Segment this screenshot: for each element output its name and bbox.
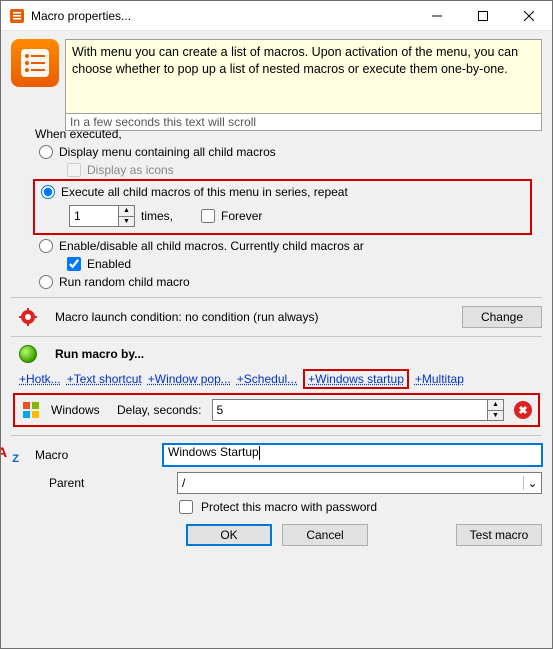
checkbox-display-icons-label: Display as icons (87, 163, 174, 177)
startup-delay-input[interactable] (213, 400, 488, 420)
trigger-window-popup[interactable]: +Window pop... (148, 372, 231, 386)
radio-execute-series[interactable] (41, 185, 55, 199)
trigger-schedule[interactable]: +Schedul... (237, 372, 297, 386)
parent-value: / (178, 476, 523, 490)
trigger-text-shortcut[interactable]: +Text shortcut (67, 372, 142, 386)
content-area: With menu you can create a list of macro… (1, 31, 552, 648)
chevron-down-icon: ⌄ (523, 476, 541, 490)
repeat-times-input[interactable] (70, 206, 118, 226)
app-icon (9, 8, 25, 24)
times-suffix: times, (141, 209, 173, 223)
checkbox-forever-label: Forever (221, 209, 262, 223)
launch-condition-text: Macro launch condition: no condition (ru… (55, 310, 454, 324)
change-button[interactable]: Change (462, 306, 542, 328)
windows-logo-icon (21, 400, 41, 420)
maximize-button[interactable] (460, 1, 506, 31)
delay-down[interactable]: ▼ (488, 411, 503, 421)
titlebar: Macro properties... (1, 1, 552, 31)
ok-button[interactable]: OK (186, 524, 272, 546)
startup-delay-label: Delay, seconds: (117, 403, 202, 417)
repeat-times-spinner[interactable]: ▲▼ (69, 205, 135, 227)
trigger-hotkey[interactable]: +Hotk... (19, 372, 61, 386)
checkbox-enabled[interactable] (67, 257, 81, 271)
parent-select[interactable]: / ⌄ (177, 472, 542, 494)
radio-enable-disable[interactable] (39, 239, 53, 253)
window-title: Macro properties... (31, 9, 414, 23)
trigger-link-bar: +Hotk... +Text shortcut +Window pop... +… (19, 369, 542, 389)
when-executed-label: When executed, (35, 127, 542, 141)
radio-enable-disable-label: Enable/disable all child macros. Current… (59, 239, 364, 253)
run-macro-by-label: Run macro by... (55, 347, 144, 361)
startup-trigger-highlight: Windows Delay, seconds: ▲▼ ✖ (13, 393, 540, 427)
radio-run-random[interactable] (39, 275, 53, 289)
cancel-button[interactable]: Cancel (282, 524, 368, 546)
checkbox-forever[interactable] (201, 209, 215, 223)
radio-display-menu-label: Display menu containing all child macros (59, 145, 276, 159)
startup-delay-spinner[interactable]: ▲▼ (212, 399, 505, 421)
gear-icon (19, 308, 37, 326)
test-macro-button[interactable]: Test macro (456, 524, 542, 546)
parent-label: Parent (49, 476, 169, 490)
startup-windows-label: Windows (51, 403, 107, 417)
remove-trigger-button[interactable]: ✖ (514, 401, 532, 419)
minimize-button[interactable] (414, 1, 460, 31)
radio-display-menu[interactable] (39, 145, 53, 159)
checkbox-enabled-label: Enabled (87, 257, 131, 271)
az-icon: AZ (1, 446, 19, 464)
checkbox-display-icons (67, 163, 81, 177)
execute-series-highlight: Execute all child macros of this menu in… (33, 179, 532, 235)
delay-up[interactable]: ▲ (488, 400, 503, 411)
trigger-windows-startup[interactable]: +Windows startup (303, 369, 409, 389)
radio-execute-series-label: Execute all child macros of this menu in… (61, 185, 348, 199)
macro-properties-window: Macro properties... With menu you can cr… (0, 0, 553, 649)
macro-name-label: Macro (35, 448, 155, 462)
info-box: With menu you can create a list of macro… (65, 39, 542, 114)
menu-macro-icon (11, 39, 59, 87)
checkbox-protect-password[interactable] (179, 500, 193, 514)
checkbox-protect-password-label: Protect this macro with password (201, 500, 377, 514)
close-button[interactable] (506, 1, 552, 31)
trigger-multitap[interactable]: +Multitap (415, 372, 464, 386)
macro-name-input[interactable]: Windows Startup (163, 444, 542, 466)
run-orb-icon (19, 345, 37, 363)
repeat-down[interactable]: ▼ (119, 217, 134, 227)
repeat-up[interactable]: ▲ (119, 206, 134, 217)
radio-run-random-label: Run random child macro (59, 275, 190, 289)
